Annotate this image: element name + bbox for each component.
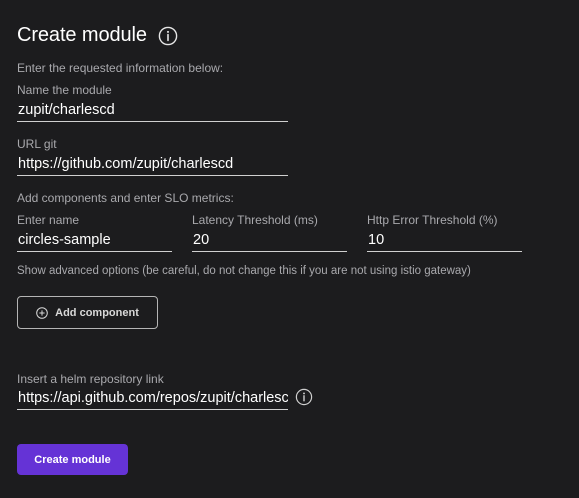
latency-threshold-field (192, 229, 347, 252)
helm-link-input[interactable] (17, 387, 288, 409)
add-component-button[interactable]: Add component (17, 296, 158, 329)
url-git-input[interactable] (17, 153, 288, 175)
info-circle-icon[interactable] (158, 26, 178, 46)
create-module-button[interactable]: Create module (17, 444, 128, 475)
module-name-input[interactable] (17, 99, 288, 121)
page-title: Create module (17, 24, 147, 46)
error-threshold-field (367, 229, 522, 252)
url-git-label: URL git (17, 137, 57, 151)
plus-circle-icon (36, 306, 48, 319)
helm-link-field (17, 387, 288, 410)
error-threshold-label: Http Error Threshold (%) (367, 213, 498, 227)
latency-threshold-input[interactable] (192, 229, 347, 251)
title-row: Create module (17, 24, 178, 47)
component-name-label: Enter name (17, 213, 80, 227)
add-component-label: Add component (55, 306, 139, 319)
advanced-options-link[interactable]: Show advanced options (be careful, do no… (17, 265, 471, 277)
helm-link-label: Insert a helm repository link (17, 372, 164, 386)
intro-text: Enter the requested information below: (17, 61, 224, 75)
latency-threshold-label: Latency Threshold (ms) (192, 213, 318, 227)
info-circle-icon[interactable] (295, 388, 313, 406)
error-threshold-input[interactable] (367, 229, 522, 251)
create-module-form: Create module Enter the requested inform… (0, 0, 579, 498)
url-git-field (17, 153, 288, 176)
component-name-field (17, 229, 172, 252)
module-name-field (17, 99, 288, 122)
component-name-input[interactable] (17, 229, 172, 251)
module-name-label: Name the module (17, 83, 112, 97)
components-heading: Add components and enter SLO metrics: (17, 191, 234, 205)
